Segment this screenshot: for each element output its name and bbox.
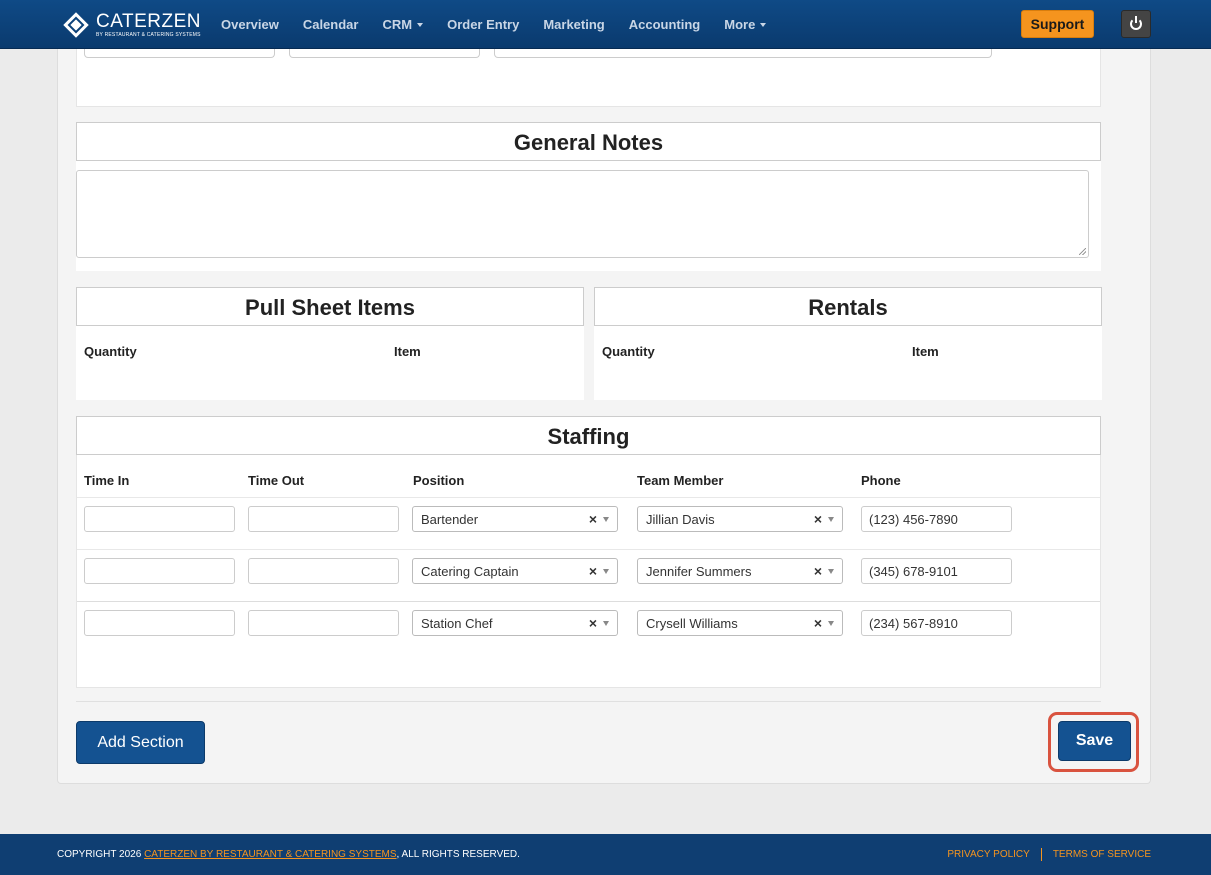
company-link[interactable]: CATERZEN BY RESTAURANT & CATERING SYSTEM…	[144, 849, 396, 860]
staffing-title: Staffing	[76, 416, 1101, 455]
position-select[interactable]: Bartender ×	[412, 506, 618, 532]
dropdown-arrow-icon	[828, 517, 834, 522]
staffing-time-in-header: Time In	[84, 473, 130, 488]
position-value: Catering Captain	[421, 564, 519, 579]
nav-marketing[interactable]: Marketing	[543, 17, 604, 32]
add-section-button[interactable]: Add Section	[76, 721, 205, 764]
nav-calendar[interactable]: Calendar	[303, 17, 359, 32]
power-icon	[1130, 16, 1142, 30]
copyright-suffix: , ALL RIGHTS RESERVED.	[396, 849, 520, 860]
main-nav: Overview Calendar CRM Order Entry Market…	[221, 0, 790, 49]
nav-overview[interactable]: Overview	[221, 17, 279, 32]
clear-icon[interactable]: ×	[589, 563, 597, 579]
time-in-input[interactable]	[84, 558, 235, 584]
position-value: Bartender	[421, 512, 479, 527]
copyright-text: COPYRIGHT 2026 CATERZEN BY RESTAURANT & …	[57, 849, 520, 860]
clear-icon[interactable]: ×	[814, 615, 822, 631]
chevron-down-icon	[760, 22, 767, 27]
time-out-input[interactable]	[248, 610, 399, 636]
terms-of-service-link[interactable]: TERMS OF SERVICE	[1053, 849, 1151, 861]
nav-crm[interactable]: CRM	[382, 17, 424, 32]
staffing-position-header: Position	[413, 473, 465, 488]
phone-input[interactable]	[861, 506, 1012, 532]
general-notes-textarea[interactable]	[76, 170, 1089, 258]
team-member-select[interactable]: Jennifer Summers ×	[637, 558, 843, 584]
position-select[interactable]: Station Chef ×	[412, 610, 618, 636]
dropdown-arrow-icon	[828, 569, 834, 574]
row-divider	[77, 601, 1100, 602]
position-select[interactable]: Catering Captain ×	[412, 558, 618, 584]
nav-more[interactable]: More	[724, 17, 767, 32]
pull-sheet-item-header: Item	[394, 344, 421, 359]
clear-icon[interactable]: ×	[814, 563, 822, 579]
clear-icon[interactable]: ×	[814, 511, 822, 527]
previous-field-1[interactable]	[84, 49, 275, 58]
row-divider	[77, 497, 1100, 498]
staffing-time-out-header: Time Out	[248, 473, 305, 488]
dropdown-arrow-icon	[828, 621, 834, 626]
previous-field-3[interactable]	[494, 49, 992, 58]
staffing-phone-header: Phone	[861, 473, 901, 488]
previous-field-2[interactable]	[289, 49, 480, 58]
dropdown-arrow-icon	[603, 621, 609, 626]
nav-accounting[interactable]: Accounting	[629, 17, 701, 32]
logout-button[interactable]	[1121, 10, 1151, 38]
top-navbar: CATERZEN BY RESTAURANT & CATERING SYSTEM…	[0, 0, 1211, 49]
time-out-input[interactable]	[248, 558, 399, 584]
team-member-value: Jennifer Summers	[646, 564, 752, 579]
team-member-select[interactable]: Crysell Williams ×	[637, 610, 843, 636]
copyright-prefix: COPYRIGHT 2026	[57, 849, 142, 860]
rentals-title: Rentals	[594, 287, 1102, 326]
position-value: Station Chef	[421, 616, 493, 631]
footer-divider	[1040, 848, 1042, 861]
caterzen-logo-icon	[62, 11, 90, 39]
rentals-quantity-header: Quantity	[602, 344, 655, 359]
time-in-input[interactable]	[84, 506, 235, 532]
caterzen-logo[interactable]: CATERZEN BY RESTAURANT & CATERING SYSTEM…	[62, 10, 201, 40]
clear-icon[interactable]: ×	[589, 511, 597, 527]
actions-divider	[76, 701, 1101, 702]
resize-handle-icon[interactable]	[1079, 248, 1086, 255]
support-button[interactable]: Support	[1021, 10, 1094, 38]
rentals-item-header: Item	[912, 344, 939, 359]
team-member-value: Jillian Davis	[646, 512, 715, 527]
dropdown-arrow-icon	[603, 569, 609, 574]
dropdown-arrow-icon	[603, 517, 609, 522]
page-footer: COPYRIGHT 2026 CATERZEN BY RESTAURANT & …	[0, 834, 1211, 875]
team-member-value: Crysell Williams	[646, 616, 738, 631]
save-button[interactable]: Save	[1058, 721, 1131, 761]
staffing-team-member-header: Team Member	[637, 473, 724, 488]
pull-sheet-quantity-header: Quantity	[84, 344, 137, 359]
privacy-policy-link[interactable]: PRIVACY POLICY	[947, 849, 1029, 861]
brand-tagline: BY RESTAURANT & CATERING SYSTEMS	[96, 32, 201, 38]
brand-name: CATERZEN	[96, 11, 201, 32]
phone-input[interactable]	[861, 558, 1012, 584]
pull-sheet-body	[76, 326, 584, 400]
pull-sheet-title: Pull Sheet Items	[76, 287, 584, 326]
phone-input[interactable]	[861, 610, 1012, 636]
rentals-body	[594, 326, 1102, 400]
team-member-select[interactable]: Jillian Davis ×	[637, 506, 843, 532]
general-notes-title: General Notes	[76, 122, 1101, 161]
time-out-input[interactable]	[248, 506, 399, 532]
clear-icon[interactable]: ×	[589, 615, 597, 631]
chevron-down-icon	[417, 22, 424, 27]
time-in-input[interactable]	[84, 610, 235, 636]
row-divider	[77, 549, 1100, 550]
nav-order-entry[interactable]: Order Entry	[447, 17, 519, 32]
